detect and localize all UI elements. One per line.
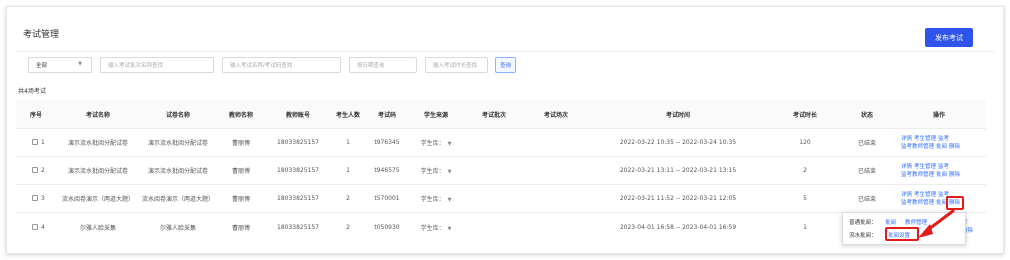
annotation-arrow-icon: [918, 209, 955, 238]
